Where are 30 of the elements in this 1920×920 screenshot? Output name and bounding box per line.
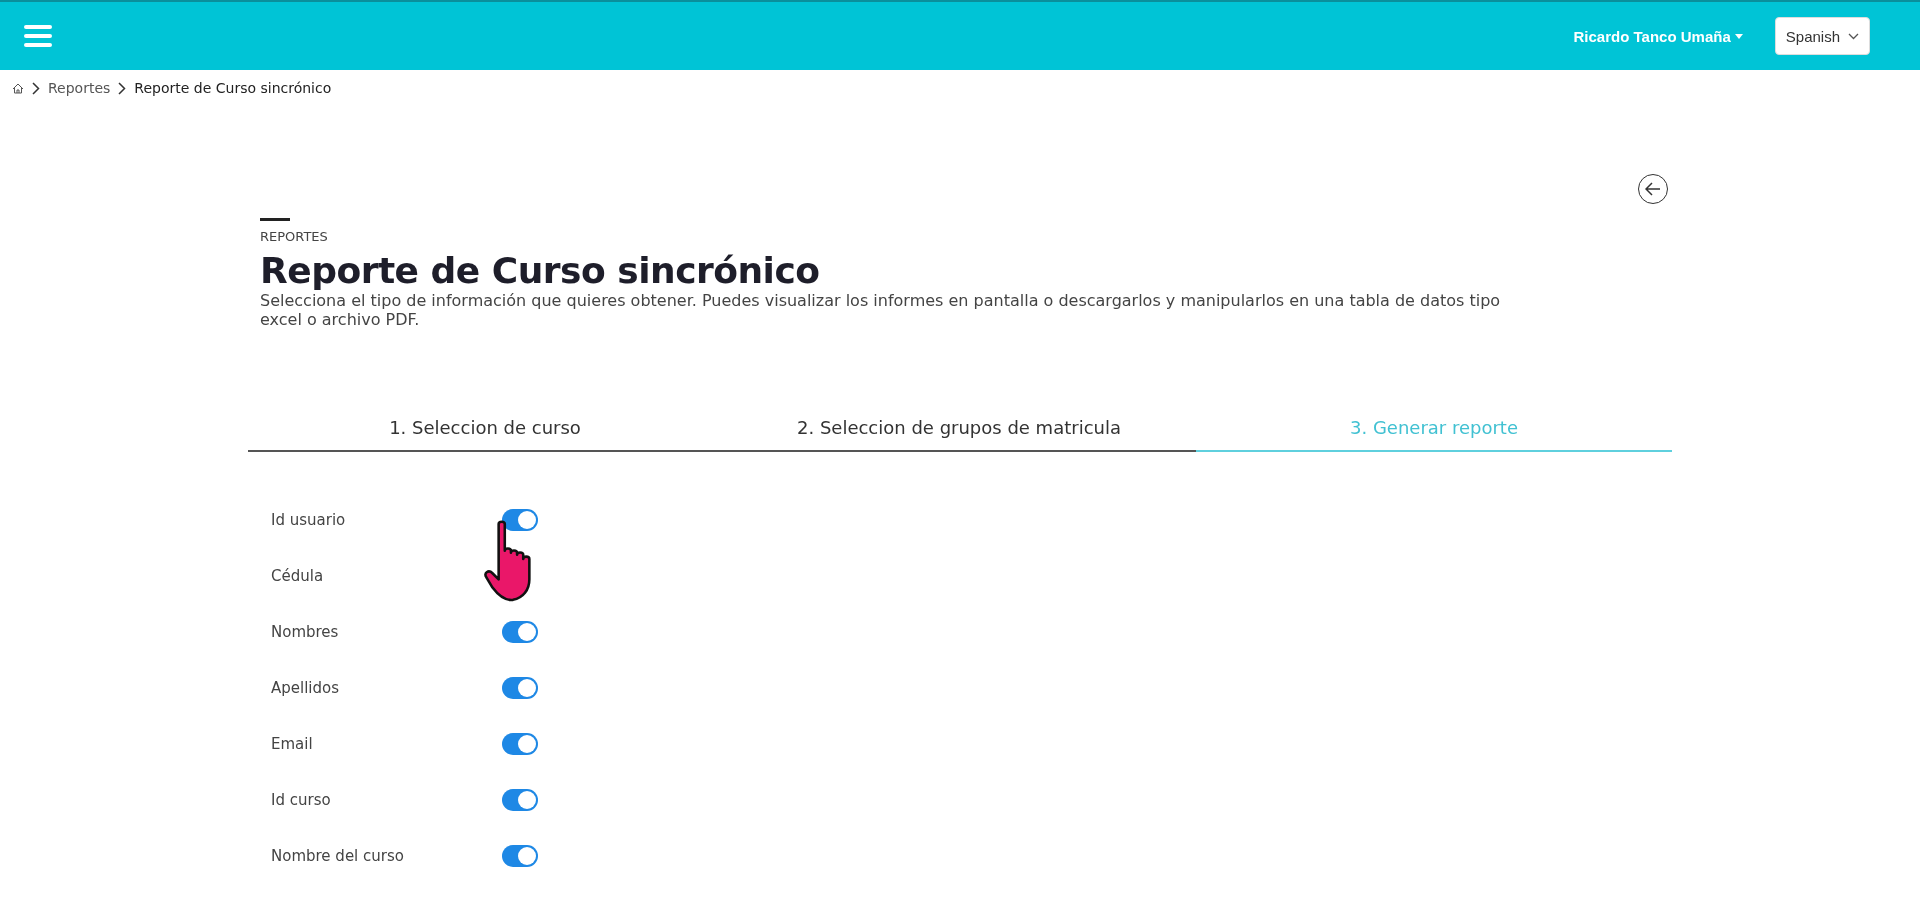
- chevron-icon: [118, 81, 127, 95]
- step-tab[interactable]: 1. Seleccion de curso: [248, 417, 722, 453]
- toggle-switch[interactable]: [502, 677, 538, 700]
- toggle-switch[interactable]: [502, 509, 538, 532]
- caret-icon: [1734, 33, 1743, 39]
- toggle-switch[interactable]: [502, 621, 538, 644]
- toggle-switch[interactable]: [502, 789, 538, 812]
- chevron-down-icon: [1848, 32, 1859, 40]
- field-label: Email: [271, 735, 314, 754]
- menu-button[interactable]: [24, 25, 52, 47]
- field-label: Nombres: [271, 623, 340, 642]
- field-label: Id curso: [271, 791, 332, 810]
- title-rule: [260, 218, 290, 221]
- field-label: Nombre del curso: [271, 847, 405, 866]
- field-label: Id usuario: [271, 511, 347, 530]
- toggle-switch[interactable]: [502, 845, 538, 868]
- language-select[interactable]: Spanish: [1774, 17, 1870, 55]
- back-button[interactable]: [1638, 174, 1668, 204]
- section-label: REPORTES: [260, 229, 329, 244]
- page-title: Reporte de Curso sincrónico: [260, 250, 821, 291]
- page-description: Selecciona el tipo de información que quieres obtener. Puedes visualizar los informes en pantalla o descargarlos y manipularlos en una tabla de datos tipo excel o archivo PDF.: [260, 291, 1502, 330]
- toggle-switch[interactable]: [502, 733, 538, 756]
- chevron-icon: [32, 81, 40, 95]
- breadcrumb-link[interactable]: Reporte de Curso sincrónico: [134, 80, 332, 96]
- step-tab[interactable]: 2. Seleccion de grupos de matricula: [722, 417, 1196, 453]
- field-label: Cédula: [271, 567, 325, 586]
- field-label: Apellidos: [271, 679, 341, 698]
- breadcrumb-link[interactable]: Reportes: [48, 80, 111, 96]
- arrow-left-icon: [1645, 182, 1661, 196]
- home-icon[interactable]: [12, 82, 24, 94]
